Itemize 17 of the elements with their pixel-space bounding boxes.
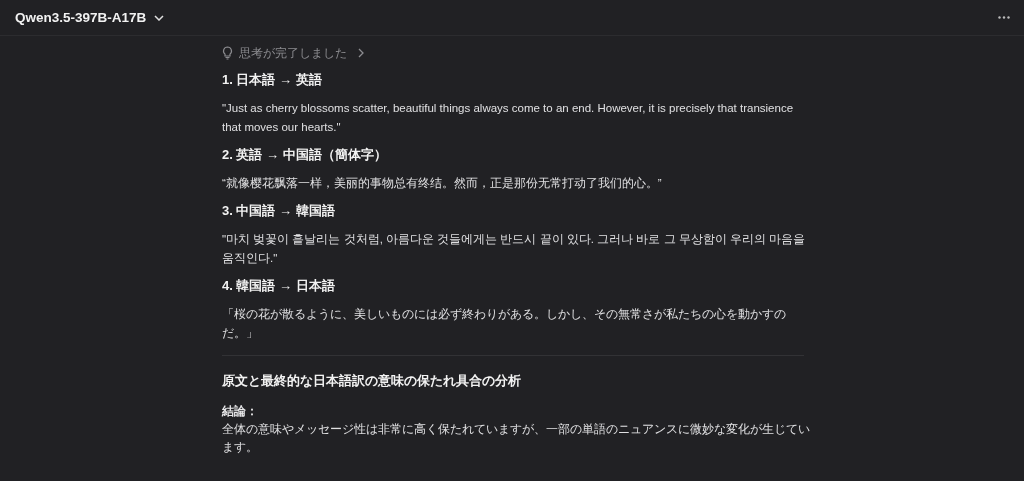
step-heading: 3. 中国語 → 韓国語 <box>222 202 336 220</box>
thinking-toggle[interactable]: 思考が完了しました <box>222 44 365 62</box>
conclusion-text: 全体の意味やメッセージ性は非常に高く保たれていますが、一部の単語のニュアンスに微妙な変化が生じています。 <box>222 422 811 455</box>
translation-text: "Just as cherry blossoms scatter, beautiful things always come to an end. However, it is precisely that transience that moves our hearts." <box>222 101 795 135</box>
step-heading: 4. 韓国語 → 日本語 <box>222 277 336 295</box>
chevron-icon <box>357 48 365 58</box>
chevron-down-icon <box>154 14 165 21</box>
more-icon[interactable] <box>996 14 1012 21</box>
translation-text: “就像樱花飘落一样，美丽的事物总有终结。然而，正是那份无常打动了我们的心。” <box>222 176 663 191</box>
analysis-heading: 原文と最終的な日本語訳の意味の保たれ具合の分析 <box>222 372 522 390</box>
conclusion-label: 結論： <box>222 404 259 419</box>
model-selector[interactable]: Qwen3.5-397B-A17B <box>15 10 165 25</box>
step-heading: 2. 英語 → 中国語（簡体字） <box>222 146 388 164</box>
translation-text: "마치 벚꽃이 흩날리는 것처럼, 아름다운 것들에게는 반드시 끝이 있다. 그러나 바로 그 무상함이 우리의 마음을 움직인다." <box>222 232 807 266</box>
translation-text: 「桜の花が散るように、美しいものには必ず終わりがある。しかし、その無常さが私たちの心を動かすのだ。」 <box>222 307 787 341</box>
lightbulb-icon <box>222 46 233 60</box>
step-heading: 1. 日本語 → 英語 <box>222 71 323 89</box>
